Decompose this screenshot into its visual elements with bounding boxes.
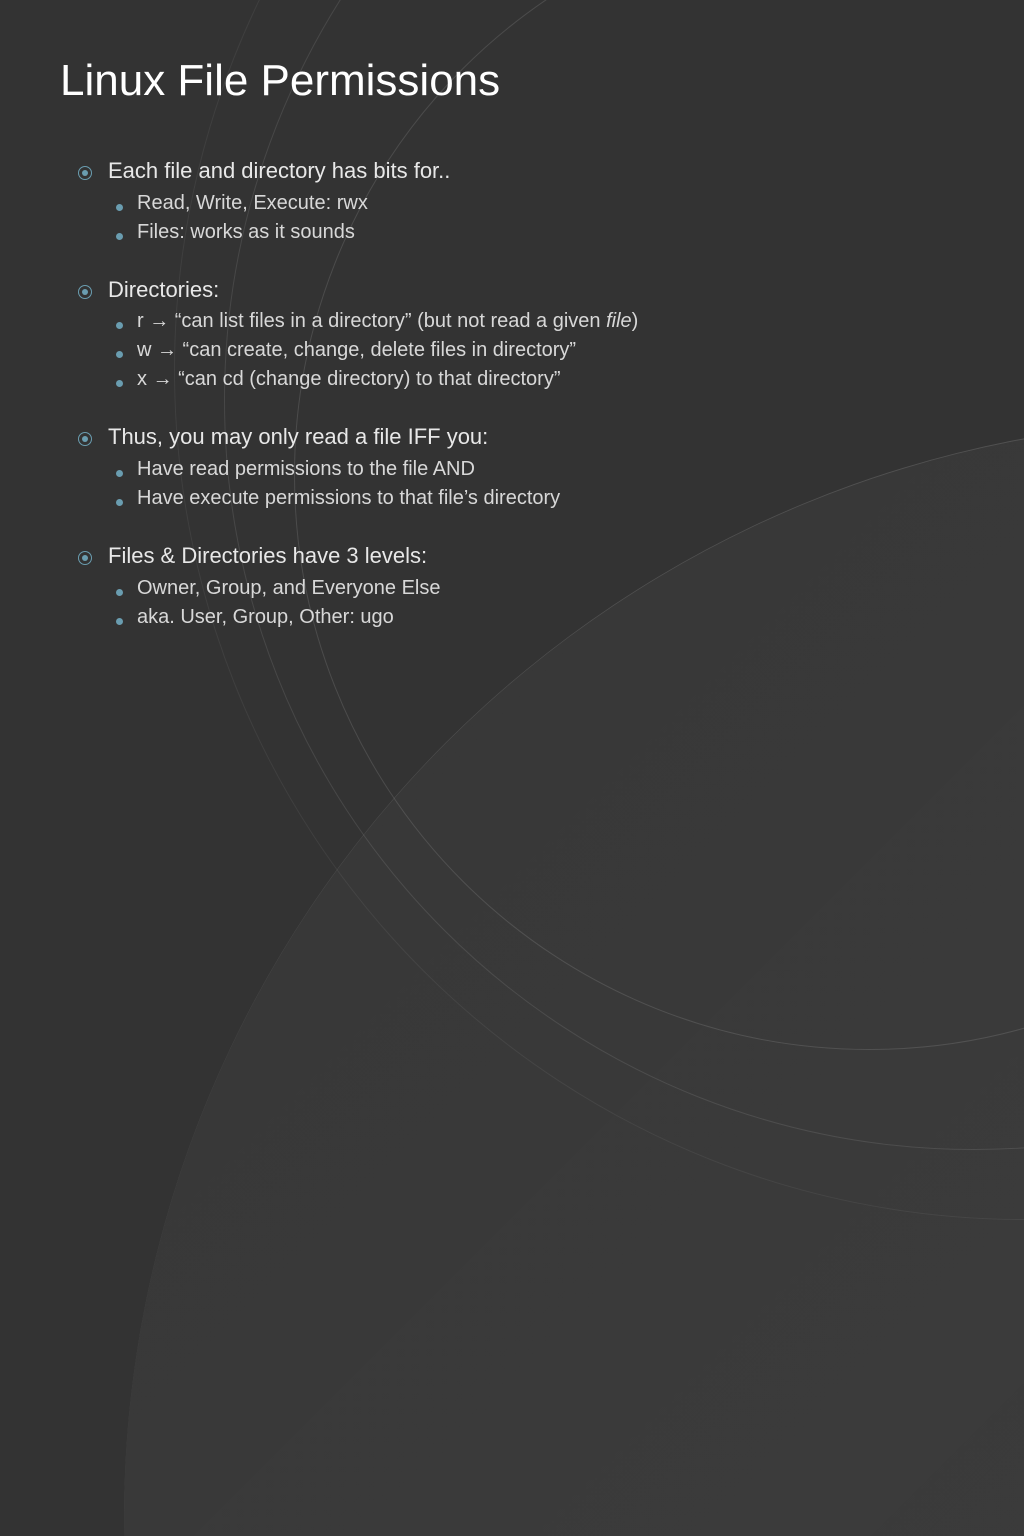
sub-list-item: x → “can cd (change directory) to that d… <box>116 365 964 394</box>
dot-bullet-icon <box>116 204 123 211</box>
dot-bullet-icon <box>116 589 123 596</box>
dot-bullet-icon <box>116 470 123 477</box>
bullet-list: Each file and directory has bits for.. R… <box>60 156 964 632</box>
dot-bullet-icon <box>116 380 123 387</box>
bullet-text: Thus, you may only read a file IFF you: <box>108 422 488 452</box>
slide-content: Linux File Permissions Each file and dir… <box>0 0 1024 700</box>
target-bullet-icon <box>78 432 92 446</box>
target-bullet-icon <box>78 166 92 180</box>
bullet-text: Directories: <box>108 275 219 305</box>
bullet-text: Files & Directories have 3 levels: <box>108 541 427 571</box>
dot-bullet-icon <box>116 499 123 506</box>
bullet-text: Each file and directory has bits for.. <box>108 156 450 186</box>
list-item: Directories: r → “can list files in a di… <box>78 275 964 395</box>
sub-list-item: Owner, Group, and Everyone Else <box>116 574 964 603</box>
sub-list-item: aka. User, Group, Other: ugo <box>116 603 964 632</box>
dot-bullet-icon <box>116 351 123 358</box>
slide-title: Linux File Permissions <box>60 56 964 106</box>
arrow-icon: → <box>149 310 169 332</box>
dot-bullet-icon <box>116 322 123 329</box>
dot-bullet-icon <box>116 233 123 240</box>
sub-list-item: Read, Write, Execute: rwx <box>116 189 964 218</box>
sub-list-item: w → “can create, change, delete files in… <box>116 336 964 365</box>
list-item: Thus, you may only read a file IFF you: … <box>78 422 964 513</box>
sub-list-item: Have read permissions to the file AND <box>116 455 964 484</box>
list-item: Files & Directories have 3 levels: Owner… <box>78 541 964 632</box>
target-bullet-icon <box>78 551 92 565</box>
sub-list-item: Have execute permissions to that file’s … <box>116 484 964 513</box>
dot-bullet-icon <box>116 618 123 625</box>
sub-list-item: Files: works as it sounds <box>116 218 964 247</box>
list-item: Each file and directory has bits for.. R… <box>78 156 964 247</box>
arrow-icon: → <box>157 339 177 361</box>
sub-list-item: r → “can list files in a directory” (but… <box>116 307 964 336</box>
arrow-icon: → <box>153 368 173 390</box>
target-bullet-icon <box>78 285 92 299</box>
